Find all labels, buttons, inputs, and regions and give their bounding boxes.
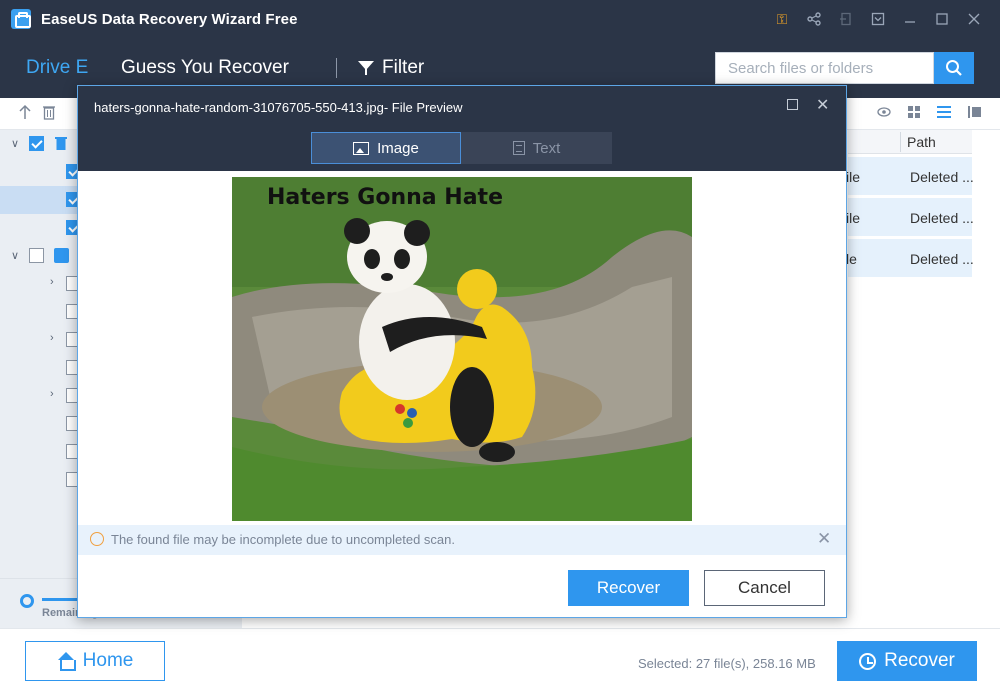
recover-label: Recover [884,650,955,671]
close-icon[interactable]: ✕ [816,95,829,115]
column-header-path[interactable]: Path [907,134,936,150]
user-folder-icon [54,248,69,263]
tab-image[interactable]: Image [311,132,461,164]
tab-image-label: Image [377,139,419,157]
detail-view-icon[interactable] [966,104,982,120]
filter-label: Filter [382,57,425,78]
chevron-down-icon[interactable]: ∨ [11,137,19,150]
search-icon [946,60,962,76]
image-icon [353,141,370,155]
exit-icon[interactable] [830,0,862,38]
scan-progress-icon [20,594,34,608]
cell-type: le [846,251,857,267]
tree-checkbox[interactable] [29,248,44,263]
search-button[interactable] [934,52,974,84]
home-icon [57,652,76,671]
dialog-recover-button[interactable]: Recover [568,570,689,606]
maximize-icon[interactable] [926,0,958,38]
close-icon[interactable] [958,0,990,38]
cell-type: ile [846,210,861,226]
file-preview-dialog: haters-gonna-hate-random-31076705-550-41… [77,85,847,618]
cell-path: Deleted ... [910,169,974,185]
filter-icon [358,60,374,76]
nav-divider [336,58,337,78]
app-title: EaseUS Data Recovery Wizard Free [41,10,298,28]
tab-guess-you-recover[interactable]: Guess You Recover [121,57,289,79]
dialog-header: haters-gonna-hate-random-31076705-550-41… [78,86,846,171]
filter-button[interactable]: Filter [358,57,424,79]
selected-info: Selected: 27 file(s), 258.16 MB [638,656,816,671]
app-logo-icon [11,9,31,29]
trash-folder-icon [54,135,68,156]
dialog-title: haters-gonna-hate-random-31076705-550-41… [94,100,463,115]
tab-text[interactable]: Text [461,132,612,164]
warning-text: The found file may be incomplete due to … [111,532,455,547]
panda-photo: Haters Gonna Hate [232,177,692,521]
key-icon[interactable]: ⚿ [766,0,798,38]
chevron-down-icon[interactable]: ∨ [11,249,19,262]
chevron-right-icon[interactable]: › [50,332,54,344]
warning-bulb-icon [90,532,104,546]
image-preview: Haters Gonna Hate [232,177,692,521]
title-bar: EaseUS Data Recovery Wizard Free ⚿ [0,0,1000,38]
home-label: Home [82,650,134,671]
minimize-to-tray-icon[interactable] [862,0,894,38]
trash-icon[interactable] [42,104,56,124]
close-icon[interactable]: ✕ [817,529,831,549]
warning-bar: The found file may be incomplete due to … [78,525,846,555]
search-input[interactable] [715,52,934,84]
tab-drive[interactable]: Drive E [26,57,88,79]
cell-path: Deleted ... [910,210,974,226]
maximize-icon[interactable] [787,99,798,110]
minimize-icon[interactable] [894,0,926,38]
recover-button[interactable]: Recover [837,641,977,681]
share-icon[interactable] [798,0,830,38]
chevron-right-icon[interactable]: › [50,276,54,288]
image-caption: Haters Gonna Hate [267,185,503,210]
cell-type: ile [846,169,861,185]
preview-eye-icon[interactable] [876,104,892,120]
tree-checkbox[interactable] [29,136,44,151]
list-view-icon[interactable] [936,104,952,120]
column-divider[interactable] [900,132,901,152]
restore-icon [859,652,877,670]
text-icon [512,141,525,155]
cancel-button[interactable]: Cancel [704,570,825,606]
tab-text-label: Text [532,139,561,157]
home-button[interactable]: Home [25,641,165,681]
cell-path: Deleted ... [910,251,974,267]
grid-view-icon[interactable] [906,104,922,120]
up-arrow-icon[interactable] [18,104,32,124]
chevron-right-icon[interactable]: › [50,388,54,400]
